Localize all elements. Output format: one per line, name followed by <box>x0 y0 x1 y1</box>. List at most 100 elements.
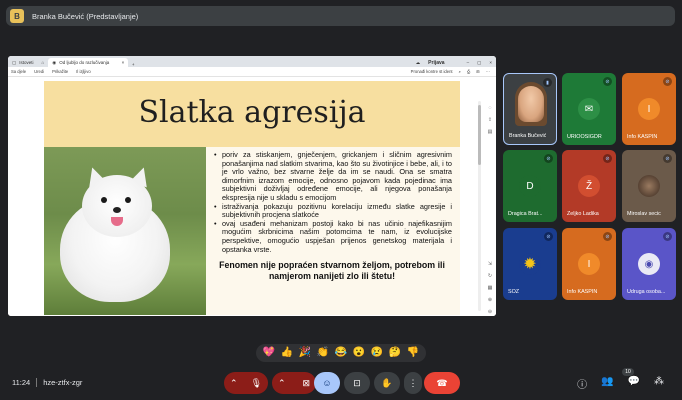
dog-eye <box>101 197 107 203</box>
minimize-icon[interactable]: – <box>467 60 470 65</box>
participant-name: Miroslav secic <box>627 211 661 217</box>
dog-eye <box>125 197 131 203</box>
participant-name: Željko Ladika <box>567 211 599 217</box>
share-icon[interactable]: ⇪ <box>488 116 492 124</box>
more-options-button[interactable]: ⋮ <box>404 372 422 394</box>
bullet-item: poriv za stiskanjem, gnječenjem, grickan… <box>212 150 452 203</box>
reaction-thinking[interactable]: 🤔 <box>389 348 401 358</box>
toolbar-item[interactable]: Uredi <box>34 69 44 74</box>
chevron-up-icon[interactable]: ⌃ <box>278 378 286 389</box>
dog-nose <box>113 207 121 213</box>
rotate-icon[interactable]: ↻ <box>488 272 492 280</box>
mic-off-icon: ⊘ <box>603 154 612 163</box>
home-icon[interactable]: ⌂ <box>38 58 49 67</box>
mic-off-icon: ⊘ <box>663 154 672 163</box>
browser-tabbar: ▢ Istoveti ⌂ ◉ Od ljubljo do razlučivanj… <box>8 56 496 67</box>
chat-icon[interactable]: 💬 <box>628 376 640 391</box>
reaction-thumbs-down[interactable]: 👎 <box>407 348 419 358</box>
participant-tile[interactable]: ⊘ ◉ Udruga osoba... <box>622 228 676 300</box>
camera-control[interactable]: ⌃ ⊠ <box>272 372 316 394</box>
reaction-thumbs-up[interactable]: 👍 <box>281 348 293 358</box>
participant-tile[interactable]: ⊘ D Dragica Brat... <box>503 150 557 222</box>
reactions-button[interactable]: ☺ <box>314 372 340 394</box>
presenter-bar: B Branka Bučević (Predstavljanje) <box>6 6 675 26</box>
bullet-item: istraživanja pokazuju pozitivnu korelaci… <box>212 202 452 220</box>
toolbar-item[interactable]: Prikažite <box>52 69 68 74</box>
reaction-sad[interactable]: 😢 <box>371 348 383 358</box>
reaction-party[interactable]: 🎉 <box>299 348 311 358</box>
meeting-time: 11:24 <box>12 378 31 387</box>
participant-tile[interactable]: ⊘ I Info KASPIN <box>562 228 616 300</box>
participant-count-badge: 10 <box>622 368 634 376</box>
search-icon[interactable]: ⌕ <box>459 69 461 74</box>
browser-tab[interactable]: ▢ Istoveti <box>8 58 38 67</box>
participant-name: Branka Bučević <box>509 133 547 139</box>
page-icon[interactable]: ▤ <box>488 128 493 136</box>
toolbar-item[interactable]: Sa djele <box>11 69 26 74</box>
bullet-item: ovaj usađeni mehanizam postoji kako bi n… <box>212 219 452 254</box>
chat-icon[interactable]: ◌ <box>489 104 492 112</box>
new-tab-icon[interactable]: + <box>128 62 138 67</box>
reactions-bar: 💖 👍 🎉 👏 😂 😮 😢 🤔 👎 <box>256 344 426 362</box>
present-screen-icon: ⊡ <box>353 377 361 388</box>
tab-label: Od ljubljo do razlučivanja <box>59 60 110 65</box>
participant-tile[interactable]: ⊘ I Info KASPIN <box>622 73 676 145</box>
activities-icon[interactable]: ⁂ <box>654 376 664 391</box>
participant-tile[interactable]: ⊘ ✉ URIOOSIGDR <box>562 73 616 145</box>
browser-tab-active[interactable]: ◉ Od ljubljo do razlučivanja × <box>48 58 129 67</box>
participant-photo <box>518 86 544 122</box>
leave-call-button[interactable]: ☎ <box>424 372 460 394</box>
info-icon[interactable]: ⓘ <box>577 376 587 391</box>
hand-icon: ✋ <box>381 377 393 388</box>
reaction-clap[interactable]: 👏 <box>317 348 329 358</box>
thumbnails-icon[interactable]: ▦ <box>488 284 493 292</box>
presenter-label: Branka Bučević (Predstavljanje) <box>32 11 139 21</box>
shared-screen[interactable]: ▢ Istoveti ⌂ ◉ Od ljubljo do razlučivanj… <box>8 56 496 316</box>
chevron-up-icon[interactable]: ⌃ <box>230 378 238 389</box>
mic-off-icon[interactable]: 🎙 <box>251 378 262 389</box>
meeting-info: 11:24 hze-ztfx-zgr <box>12 378 82 387</box>
people-icon[interactable]: 👥 <box>601 376 613 391</box>
present-button[interactable]: ⊡ <box>344 372 370 394</box>
reaction-heart[interactable]: 💖 <box>263 348 275 358</box>
mic-control[interactable]: ⌃ 🎙 <box>224 372 268 394</box>
fit-width-icon[interactable]: ⇲ <box>488 260 492 268</box>
dog-photo <box>44 147 206 315</box>
search-label[interactable]: Pronađi kontre st ident <box>411 69 453 74</box>
tab-close-icon[interactable]: × <box>122 60 125 65</box>
reaction-surprised[interactable]: 😮 <box>353 348 365 358</box>
print-icon[interactable]: ⎙ <box>467 69 470 74</box>
participant-avatar: D <box>519 175 541 197</box>
hang-up-icon: ☎ <box>436 377 448 388</box>
save-icon[interactable]: ⊞ <box>476 69 480 74</box>
document-toolbar: Sa djele Uredi Prikažite Il izjljivo Pro… <box>8 67 496 77</box>
mic-off-icon: ⊘ <box>603 77 612 86</box>
sign-in-link[interactable]: Prijava <box>428 60 444 66</box>
document-viewer[interactable]: Slatka agresija poriv za stiskanjem, gnj… <box>8 77 496 316</box>
participant-tile[interactable]: ⊘ Ž Željko Ladika <box>562 150 616 222</box>
participant-tile[interactable]: ⊘ ✹ SOZ <box>503 228 557 300</box>
window-controls: ☁ Prijava – ▢ × <box>416 58 496 67</box>
scrollbar-thumb[interactable] <box>478 105 481 165</box>
cloud-icon[interactable]: ☁ <box>416 60 421 66</box>
participant-tile-self[interactable]: ▮ Branka Bučević <box>503 73 557 145</box>
camera-off-icon[interactable]: ⊠ <box>302 378 310 389</box>
slide-title: Slatka agresija <box>138 95 366 130</box>
presenter-avatar: B <box>10 9 24 23</box>
mic-off-icon: ⊘ <box>663 77 672 86</box>
zoom-in-icon[interactable]: ⊕ <box>488 296 492 304</box>
toolbar-item[interactable]: Il izjljivo <box>76 69 90 74</box>
reaction-laugh[interactable]: 😂 <box>335 348 347 358</box>
raise-hand-button[interactable]: ✋ <box>374 372 400 394</box>
participant-name: Udruga osoba... <box>627 289 666 295</box>
participant-avatar: I <box>578 253 600 275</box>
participant-avatar: I <box>638 98 660 120</box>
zoom-out-icon[interactable]: ⊖ <box>488 308 492 316</box>
maximize-icon[interactable]: ▢ <box>477 60 481 66</box>
mic-off-icon: ⊘ <box>663 232 672 241</box>
bullet-list: poriv za stiskanjem, gnječenjem, grickan… <box>212 150 452 254</box>
slide-conclusion: Fenomen nije popraćen stvarnom željom, p… <box>219 260 445 282</box>
participant-tile[interactable]: ⊘ Miroslav secic <box>622 150 676 222</box>
more-icon[interactable]: ⋯ <box>486 69 490 74</box>
close-icon[interactable]: × <box>489 60 492 65</box>
